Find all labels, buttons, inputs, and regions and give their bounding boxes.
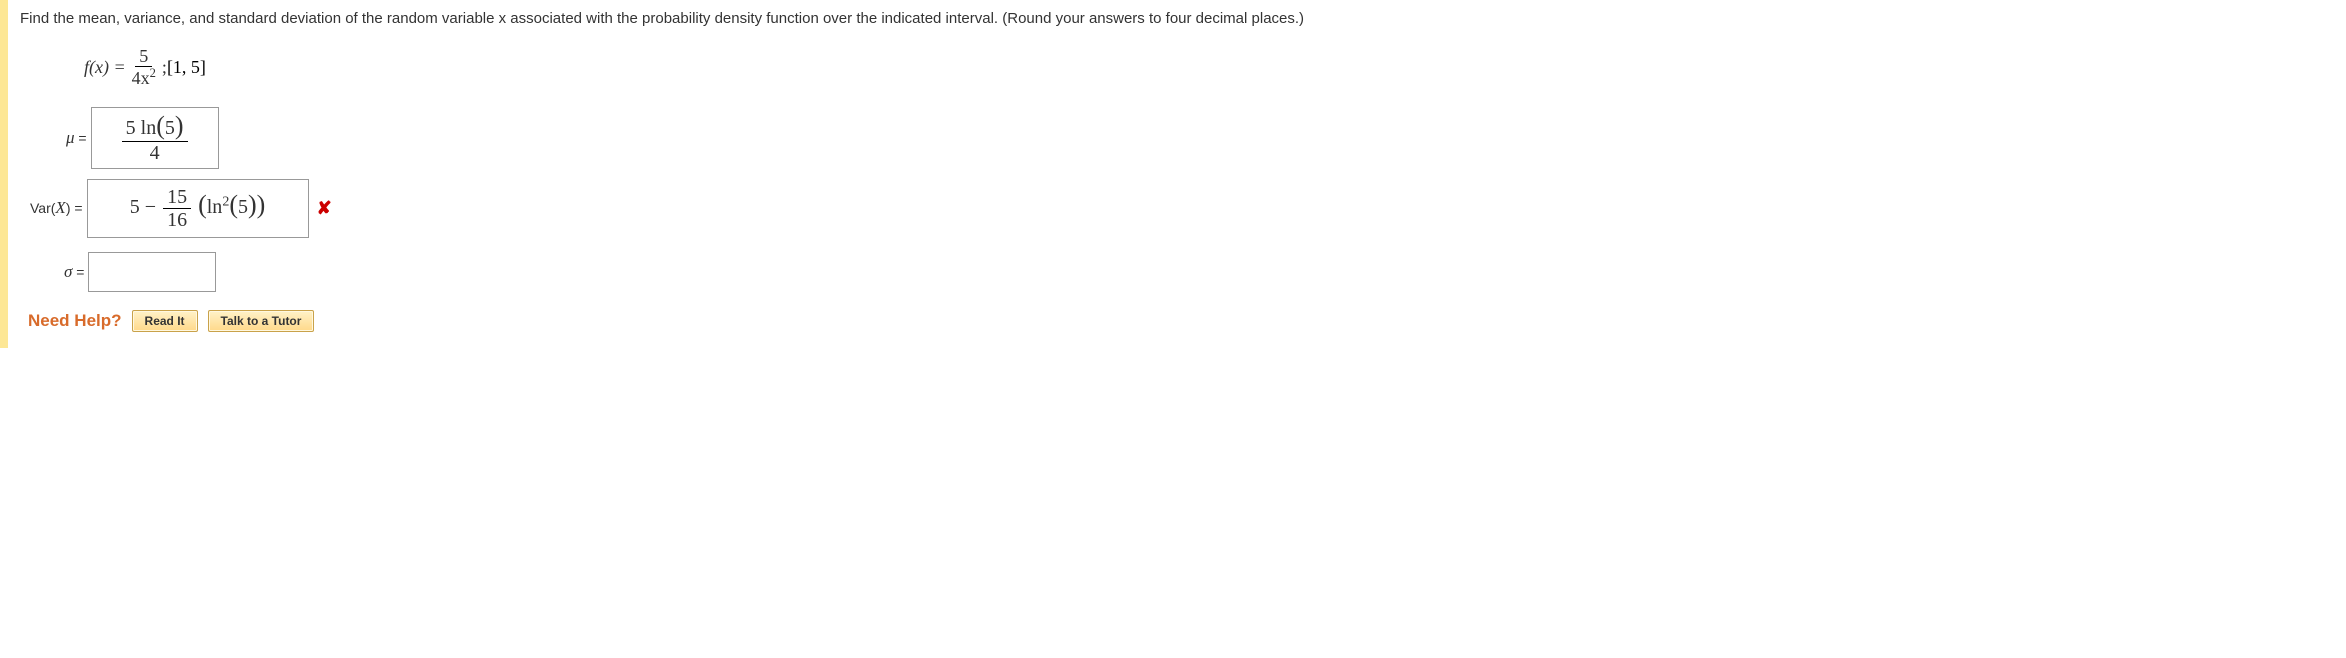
- formula-num: 5: [135, 47, 152, 68]
- formula-den: 4x2: [128, 67, 160, 89]
- pdf-formula: f(x) = 5 4x2 ; [1, 5]: [84, 47, 2308, 90]
- variance-input[interactable]: 5 − 15 16 (ln2(5)): [87, 179, 309, 238]
- talk-tutor-button[interactable]: Talk to a Tutor: [208, 310, 315, 332]
- question-prompt: Find the mean, variance, and standard de…: [20, 8, 2308, 31]
- sigma-label: σ =: [64, 262, 84, 282]
- help-row: Need Help? Read It Talk to a Tutor: [28, 310, 2308, 332]
- mean-input[interactable]: 5 ln(5) 4: [91, 107, 219, 169]
- variance-row: Var(X) = 5 − 15 16 (ln2(5)) ✘: [30, 179, 2308, 238]
- mean-value-frac: 5 ln(5) 4: [122, 112, 188, 164]
- variance-label: Var(X) =: [30, 198, 83, 218]
- formula-lhs: f(x) =: [84, 57, 126, 78]
- read-it-button[interactable]: Read It: [132, 310, 198, 332]
- prompt-text: Find the mean, variance, and standard de…: [20, 10, 1304, 27]
- mean-value-den: 4: [146, 142, 164, 164]
- variance-frac: 15 16: [163, 186, 191, 231]
- mean-row: μ = 5 ln(5) 4: [66, 107, 2308, 169]
- question-container: Find the mean, variance, and standard de…: [0, 0, 2320, 348]
- variance-value: 5 − 15 16 (ln2(5)): [130, 186, 266, 231]
- formula-interval: [1, 5]: [167, 57, 206, 78]
- wrong-icon: ✘: [317, 198, 332, 219]
- help-label: Need Help?: [28, 311, 122, 331]
- sigma-row: σ =: [64, 252, 2308, 292]
- mean-label: μ =: [66, 128, 87, 148]
- sigma-input[interactable]: [88, 252, 216, 292]
- mean-value-num: 5 ln(5): [122, 112, 188, 142]
- formula-fraction: 5 4x2: [128, 47, 160, 90]
